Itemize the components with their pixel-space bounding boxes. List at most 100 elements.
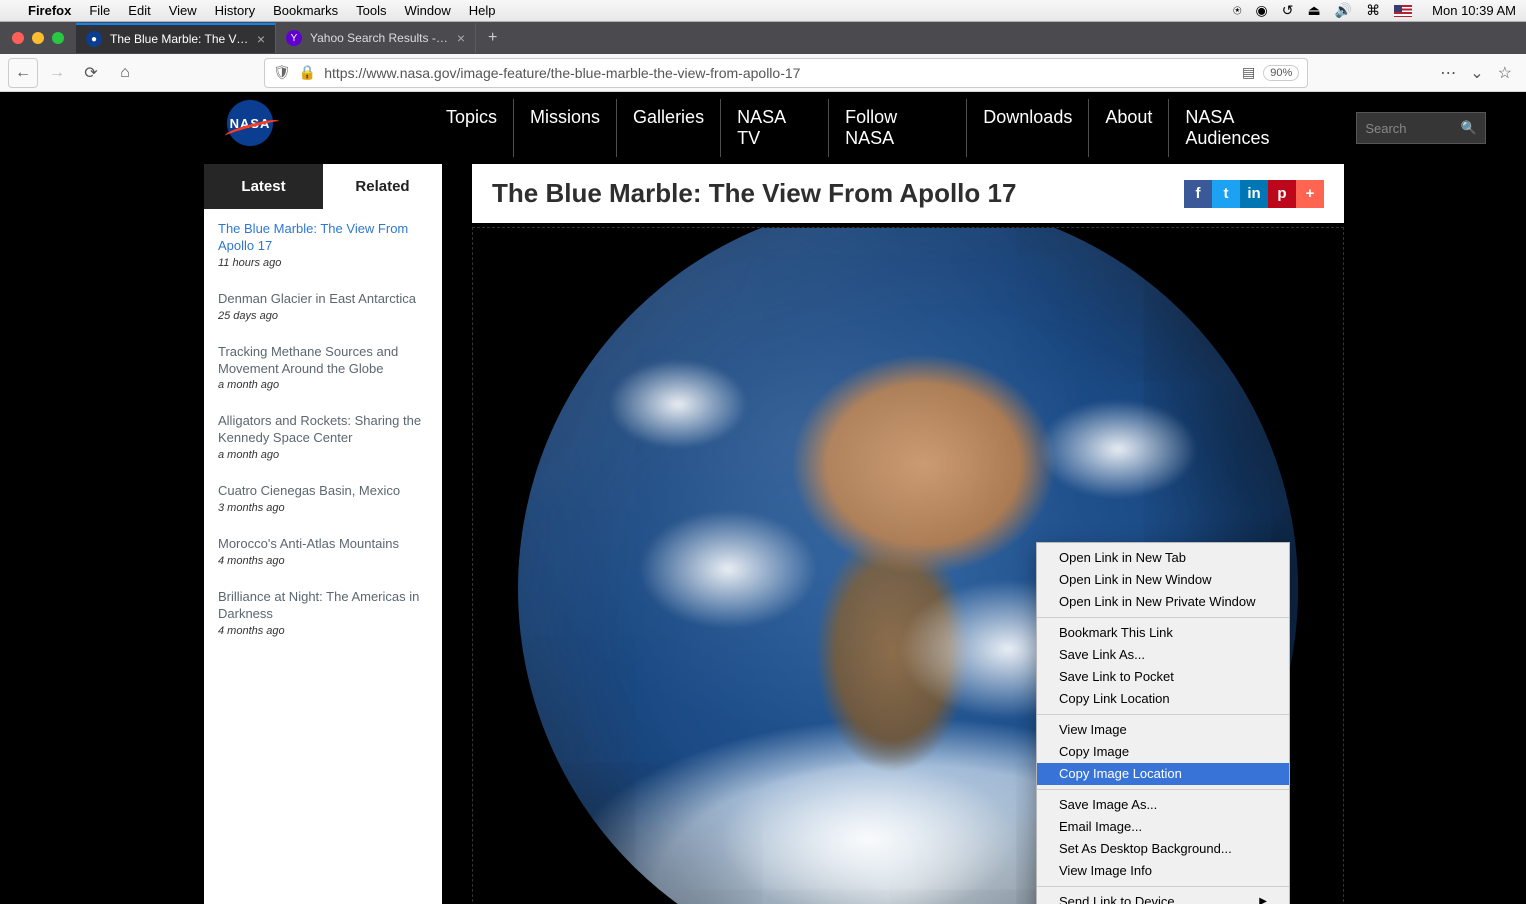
sidebar-item[interactable]: The Blue Marble: The View From Apollo 17… [218, 221, 428, 269]
nav-missions[interactable]: Missions [513, 99, 616, 157]
site-search[interactable]: Search 🔍 [1356, 112, 1486, 144]
context-menu-item[interactable]: Open Link in New Tab [1037, 547, 1289, 569]
context-menu-item[interactable]: Open Link in New Private Window [1037, 591, 1289, 613]
reader-icon[interactable]: ▤ [1242, 64, 1255, 81]
macos-menubar: Firefox File Edit View History Bookmarks… [0, 0, 1526, 22]
browser-tab[interactable]: Y Yahoo Search Results - Web Se × [276, 23, 476, 53]
menu-help[interactable]: Help [469, 3, 496, 18]
browser-tab-active[interactable]: ● The Blue Marble: The View From × [76, 23, 276, 53]
tab-close-icon[interactable]: × [457, 30, 465, 46]
nav-follow[interactable]: Follow NASA [828, 99, 966, 157]
submenu-arrow-icon: ▶ [1259, 893, 1267, 904]
share-pinterest-icon[interactable]: p [1268, 180, 1296, 208]
reload-button[interactable]: ⟳ [76, 58, 106, 88]
sidebar-item[interactable]: Morocco's Anti-Atlas Mountains4 months a… [218, 536, 428, 567]
tab-related[interactable]: Related [323, 164, 442, 209]
sidebar-item[interactable]: Tracking Methane Sources and Movement Ar… [218, 344, 428, 392]
wifi-icon[interactable]: ⌘ [1366, 2, 1380, 19]
context-menu: Open Link in New TabOpen Link in New Win… [1036, 542, 1290, 904]
time-machine-icon[interactable]: ↺ [1282, 2, 1294, 19]
volume-icon[interactable]: 🔊 [1335, 2, 1352, 19]
menu-file[interactable]: File [89, 3, 110, 18]
nav-downloads[interactable]: Downloads [966, 99, 1088, 157]
url-text: https://www.nasa.gov/image-feature/the-b… [324, 65, 1234, 81]
sidebar-item-timestamp: 3 months ago [218, 502, 428, 514]
sidebar-item-timestamp: a month ago [218, 449, 428, 461]
tab-latest[interactable]: Latest [204, 164, 323, 209]
more-icon[interactable]: ⋯ [1440, 63, 1456, 83]
context-menu-item[interactable]: Open Link in New Window [1037, 569, 1289, 591]
bookmark-star-icon[interactable]: ☆ [1498, 63, 1512, 83]
sidebar-item[interactable]: Cuatro Cienegas Basin, Mexico 3 months ag… [218, 483, 428, 514]
browser-tabbar: ● The Blue Marble: The View From × Y Yah… [0, 22, 1526, 54]
search-icon[interactable]: 🔍 [1461, 120, 1477, 136]
sidebar-item-title: The Blue Marble: The View From Apollo 17 [218, 221, 428, 255]
nav-topics[interactable]: Topics [430, 99, 513, 157]
sidebar: Latest Related The Blue Marble: The View… [204, 164, 442, 904]
shield-icon[interactable]: 🛡 [273, 64, 291, 81]
site-header: NASA Topics Missions Galleries NASA TV F… [0, 92, 1526, 164]
window-minimize-button[interactable] [32, 32, 44, 44]
menu-window[interactable]: Window [405, 3, 451, 18]
sidebar-item[interactable]: Denman Glacier in East Antarctica 25 days… [218, 291, 428, 322]
status-icon-2[interactable]: ◉ [1256, 2, 1268, 19]
pocket-icon[interactable]: ⌄ [1470, 63, 1483, 83]
context-menu-item[interactable]: Save Image As... [1037, 794, 1289, 816]
context-menu-item[interactable]: Copy Image Location [1037, 763, 1289, 785]
context-menu-item[interactable]: Bookmark This Link [1037, 622, 1289, 644]
zoom-level[interactable]: 90% [1263, 65, 1299, 81]
context-menu-item[interactable]: Send Link to Device▶ [1037, 891, 1289, 904]
flag-icon[interactable] [1394, 5, 1412, 17]
search-placeholder: Search [1365, 121, 1406, 136]
status-icon-1[interactable]: ⍟ [1233, 2, 1241, 19]
menu-bookmarks[interactable]: Bookmarks [273, 3, 338, 18]
share-more-icon[interactable]: + [1296, 180, 1324, 208]
context-menu-item[interactable]: View Image [1037, 719, 1289, 741]
nasa-logo[interactable]: NASA [220, 98, 280, 148]
menu-view[interactable]: View [169, 3, 197, 18]
app-name[interactable]: Firefox [28, 3, 71, 18]
article-header: The Blue Marble: The View From Apollo 17… [472, 164, 1344, 223]
back-button[interactable]: ← [8, 58, 38, 88]
menu-edit[interactable]: Edit [128, 3, 150, 18]
share-twitter-icon[interactable]: t [1212, 180, 1240, 208]
share-linkedin-icon[interactable]: in [1240, 180, 1268, 208]
context-menu-item[interactable]: Save Link As... [1037, 644, 1289, 666]
clock[interactable]: Mon 10:39 AM [1432, 3, 1516, 18]
nav-nasatv[interactable]: NASA TV [720, 99, 828, 157]
menu-tools[interactable]: Tools [356, 3, 386, 18]
lock-icon[interactable]: 🔒 [299, 64, 316, 81]
context-menu-separator [1037, 789, 1289, 790]
new-tab-button[interactable]: + [476, 29, 509, 47]
sidebar-item-title: Cuatro Cienegas Basin, Mexico [218, 483, 428, 500]
sidebar-item[interactable]: Brilliance at Night: The Americas in Dar… [218, 589, 428, 637]
window-close-button[interactable] [12, 32, 24, 44]
nav-about[interactable]: About [1088, 99, 1168, 157]
menu-history[interactable]: History [215, 3, 255, 18]
nav-audiences[interactable]: NASA Audiences [1168, 99, 1336, 157]
window-controls [12, 32, 64, 44]
favicon-icon: Y [286, 30, 302, 46]
sidebar-item-timestamp: 25 days ago [218, 310, 428, 322]
share-facebook-icon[interactable]: f [1184, 180, 1212, 208]
context-menu-item[interactable]: Save Link to Pocket [1037, 666, 1289, 688]
forward-button[interactable]: → [42, 58, 72, 88]
home-button[interactable]: ⌂ [110, 58, 140, 88]
context-menu-item[interactable]: Copy Image [1037, 741, 1289, 763]
sidebar-item-timestamp: 4 months ago [218, 555, 428, 567]
social-share: f t in p + [1184, 180, 1324, 208]
sidebar-item-timestamp: a month ago [218, 379, 428, 391]
nav-galleries[interactable]: Galleries [616, 99, 720, 157]
window-maximize-button[interactable] [52, 32, 64, 44]
eject-icon[interactable]: ⏏ [1308, 2, 1321, 19]
tab-close-icon[interactable]: × [257, 31, 265, 47]
sidebar-item[interactable]: Alligators and Rockets: Sharing the Kenn… [218, 413, 428, 461]
context-menu-item[interactable]: Set As Desktop Background... [1037, 838, 1289, 860]
context-menu-separator [1037, 886, 1289, 887]
context-menu-item[interactable]: View Image Info [1037, 860, 1289, 882]
sidebar-item-title: Denman Glacier in East Antarctica [218, 291, 428, 308]
url-bar[interactable]: 🛡 🔒 https://www.nasa.gov/image-feature/t… [264, 58, 1308, 88]
context-menu-item[interactable]: Copy Link Location [1037, 688, 1289, 710]
context-menu-item[interactable]: Email Image... [1037, 816, 1289, 838]
sidebar-tabs: Latest Related [204, 164, 442, 209]
